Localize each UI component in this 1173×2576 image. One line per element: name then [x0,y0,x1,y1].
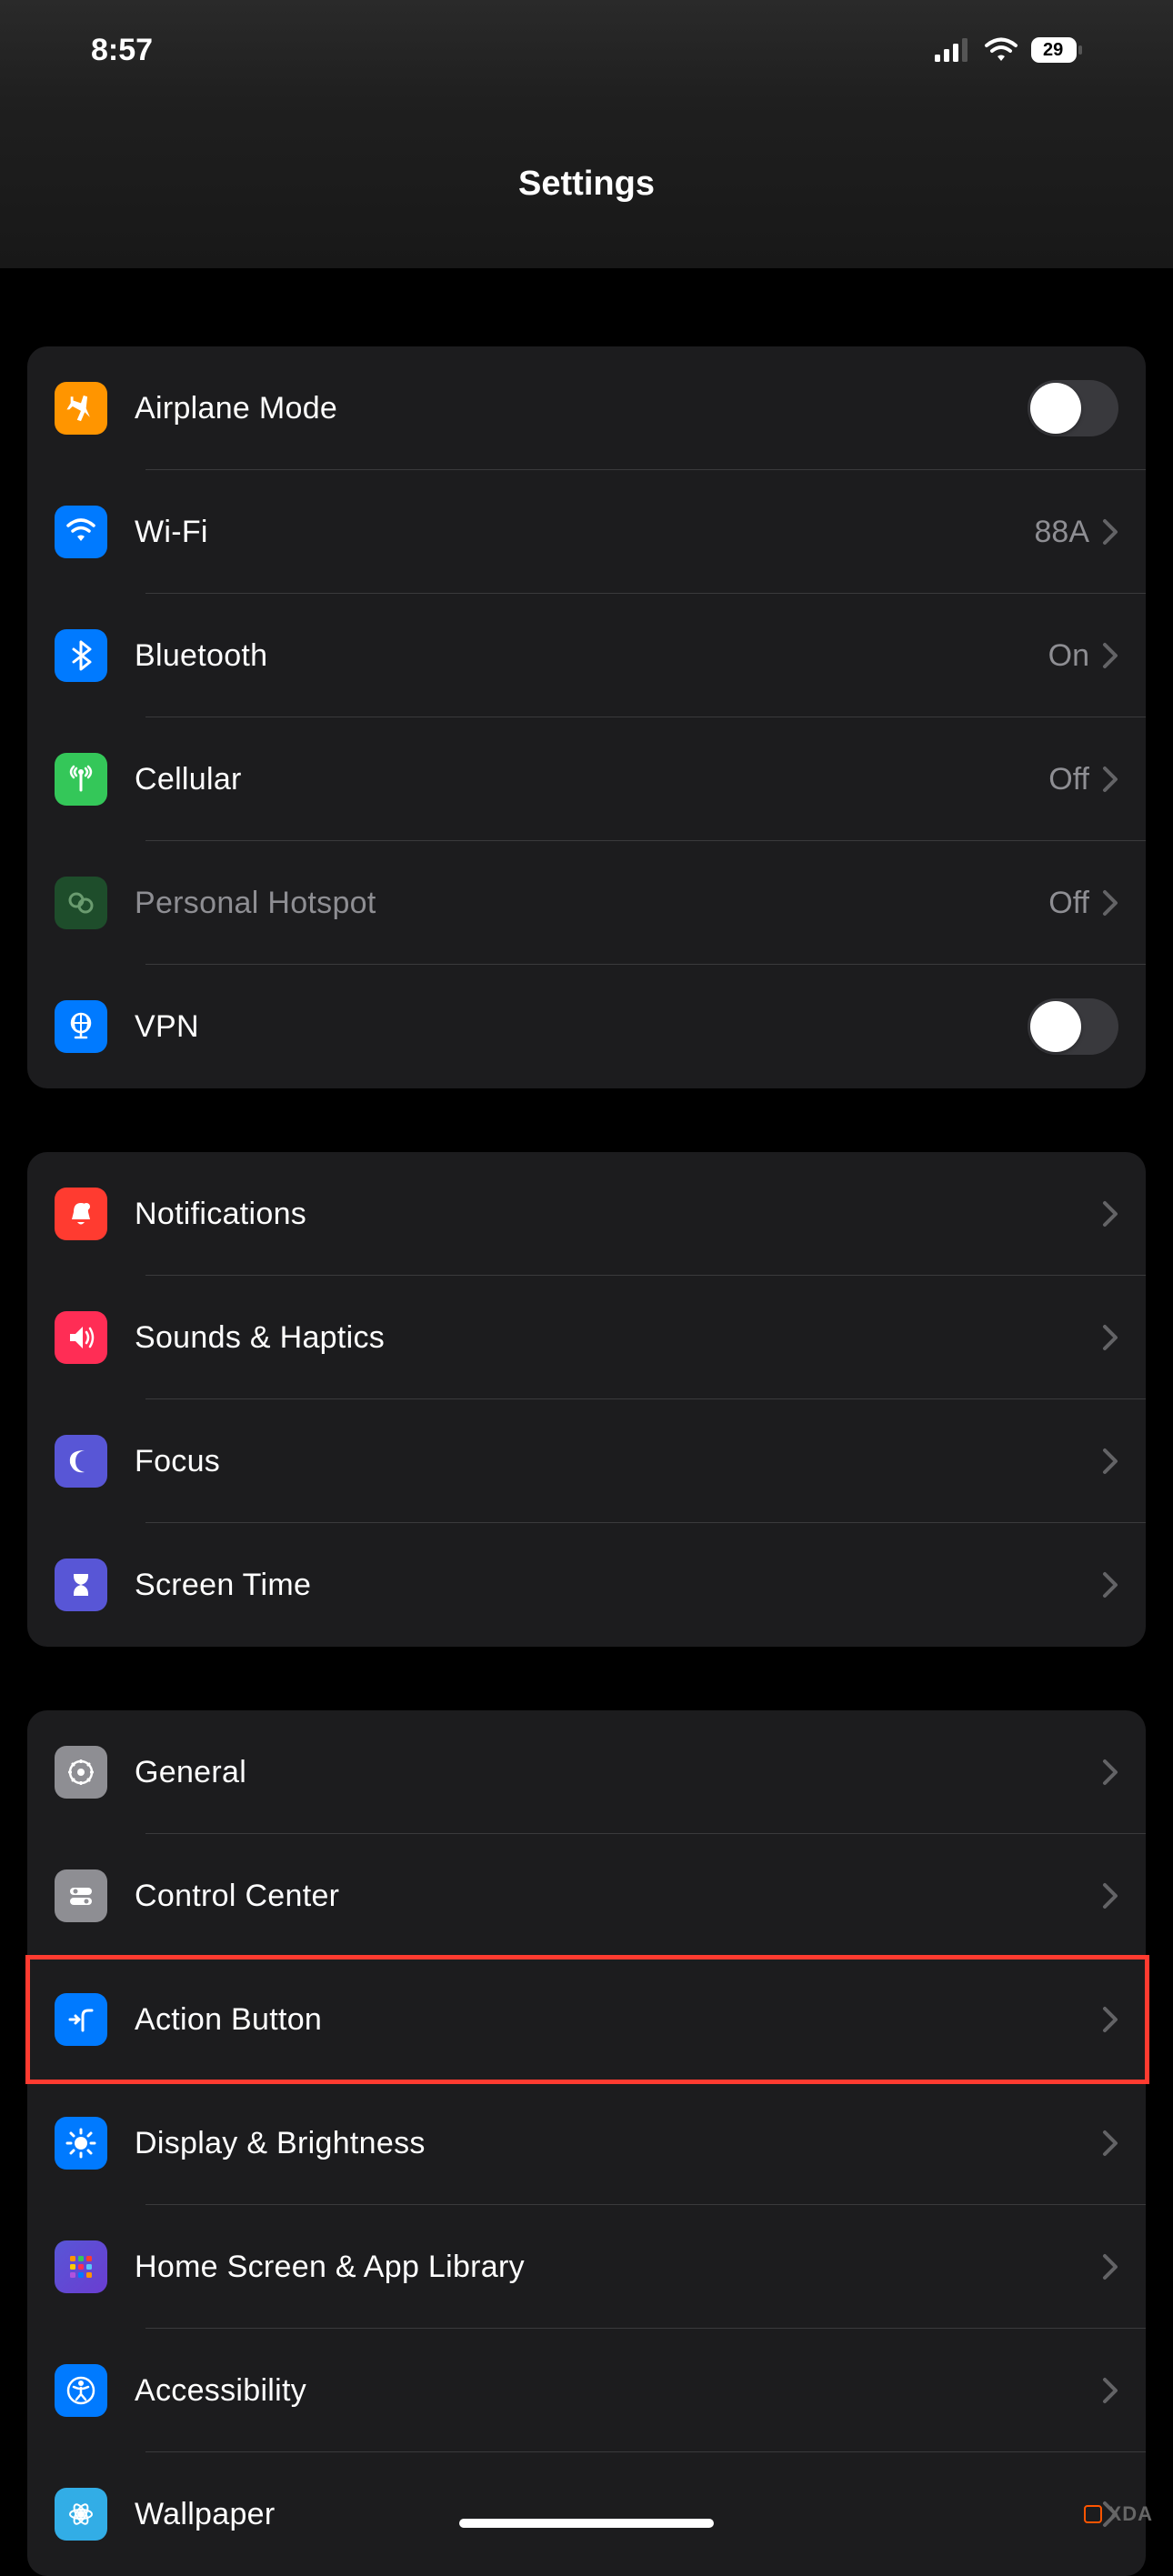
settings-row-vpn[interactable]: VPN [27,965,1146,1088]
chevron-right-icon [1102,2253,1118,2280]
accessibility-icon [55,2364,107,2417]
chevron-right-icon [1102,2377,1118,2404]
row-value: 88A [1035,515,1090,550]
chevron-right-icon [1102,1324,1118,1351]
airplane-icon [55,382,107,435]
settings-row-sounds[interactable]: Sounds & Haptics [27,1276,1146,1399]
focus-icon [55,1435,107,1488]
chevron-right-icon [1102,1200,1118,1228]
row-label: Personal Hotspot [135,886,1048,921]
row-value: On [1048,638,1089,674]
row-label: Screen Time [135,1568,1102,1603]
chevron-right-icon [1102,1571,1118,1599]
settings-row-general[interactable]: General [27,1710,1146,1834]
chevron-right-icon [1102,2130,1118,2157]
settings-row-wallpaper[interactable]: Wallpaper [27,2452,1146,2576]
row-label: Airplane Mode [135,391,1028,426]
settings-row-wifi[interactable]: Wi-Fi 88A [27,470,1146,594]
settings-row-action-button[interactable]: Action Button [27,1958,1146,2081]
row-label: Wi-Fi [135,515,1035,550]
vpn-toggle[interactable] [1028,998,1118,1055]
settings-row-cellular[interactable]: Cellular Off [27,717,1146,841]
home-screen-icon [55,2240,107,2293]
row-label: Action Button [135,2002,1102,2038]
settings-row-airplane[interactable]: Airplane Mode [27,346,1146,470]
settings-row-accessibility[interactable]: Accessibility [27,2329,1146,2452]
settings-row-display[interactable]: Display & Brightness [27,2081,1146,2205]
home-indicator[interactable] [459,2519,714,2528]
settings-row-bluetooth[interactable]: Bluetooth On [27,594,1146,717]
header: Settings [0,100,1173,268]
cellular-icon [55,753,107,806]
notifications-icon [55,1188,107,1240]
status-time: 8:57 [91,33,153,68]
row-label: Control Center [135,1879,1102,1914]
screentime-icon [55,1559,107,1611]
chevron-right-icon [1102,642,1118,669]
row-value: Off [1048,762,1089,797]
action-button-icon [55,1993,107,2046]
battery-icon: 29 [1031,37,1082,63]
status-bar: 8:57 29 [0,0,1173,100]
row-label: Cellular [135,762,1048,797]
row-label: Bluetooth [135,638,1048,674]
row-label: Focus [135,1444,1102,1479]
chevron-right-icon [1102,518,1118,546]
chevron-right-icon [1102,1448,1118,1475]
row-label: Sounds & Haptics [135,1320,1102,1356]
row-label: VPN [135,1009,1028,1045]
settings-group-alerts: Notifications Sounds & Haptics Focus Scr… [27,1152,1146,1647]
wifi-icon [984,37,1018,63]
bluetooth-icon [55,629,107,682]
chevron-right-icon [1102,1759,1118,1786]
general-icon [55,1746,107,1799]
settings-group-general: General Control Center Action Button Dis… [27,1710,1146,2576]
chevron-right-icon [1102,766,1118,793]
control-center-icon [55,1869,107,1922]
sounds-icon [55,1311,107,1364]
chevron-right-icon [1102,889,1118,917]
settings-content[interactable]: Airplane Mode Wi-Fi 88A Bluetooth On Cel… [0,346,1173,2576]
hotspot-icon [55,877,107,929]
signal-icon [935,38,971,62]
settings-row-hotspot[interactable]: Personal Hotspot Off [27,841,1146,965]
row-label: Home Screen & App Library [135,2250,1102,2285]
chevron-right-icon [1102,1882,1118,1909]
settings-row-control-center[interactable]: Control Center [27,1834,1146,1958]
page-title: Settings [518,165,655,204]
display-icon [55,2117,107,2170]
row-label: Notifications [135,1197,1102,1232]
row-label: Display & Brightness [135,2126,1102,2161]
wifi-icon [55,506,107,558]
row-value: Off [1048,886,1089,921]
settings-row-home-screen[interactable]: Home Screen & App Library [27,2205,1146,2329]
settings-row-screentime[interactable]: Screen Time [27,1523,1146,1647]
row-label: Accessibility [135,2373,1102,2409]
vpn-icon [55,1000,107,1053]
airplane-toggle[interactable] [1028,380,1118,436]
xda-watermark: XDA [1083,2502,1153,2526]
chevron-right-icon [1102,2006,1118,2033]
wallpaper-icon [55,2488,107,2541]
settings-row-notifications[interactable]: Notifications [27,1152,1146,1276]
status-indicators: 29 [935,37,1082,63]
settings-group-connectivity: Airplane Mode Wi-Fi 88A Bluetooth On Cel… [27,346,1146,1088]
settings-row-focus[interactable]: Focus [27,1399,1146,1523]
row-label: General [135,1755,1102,1790]
